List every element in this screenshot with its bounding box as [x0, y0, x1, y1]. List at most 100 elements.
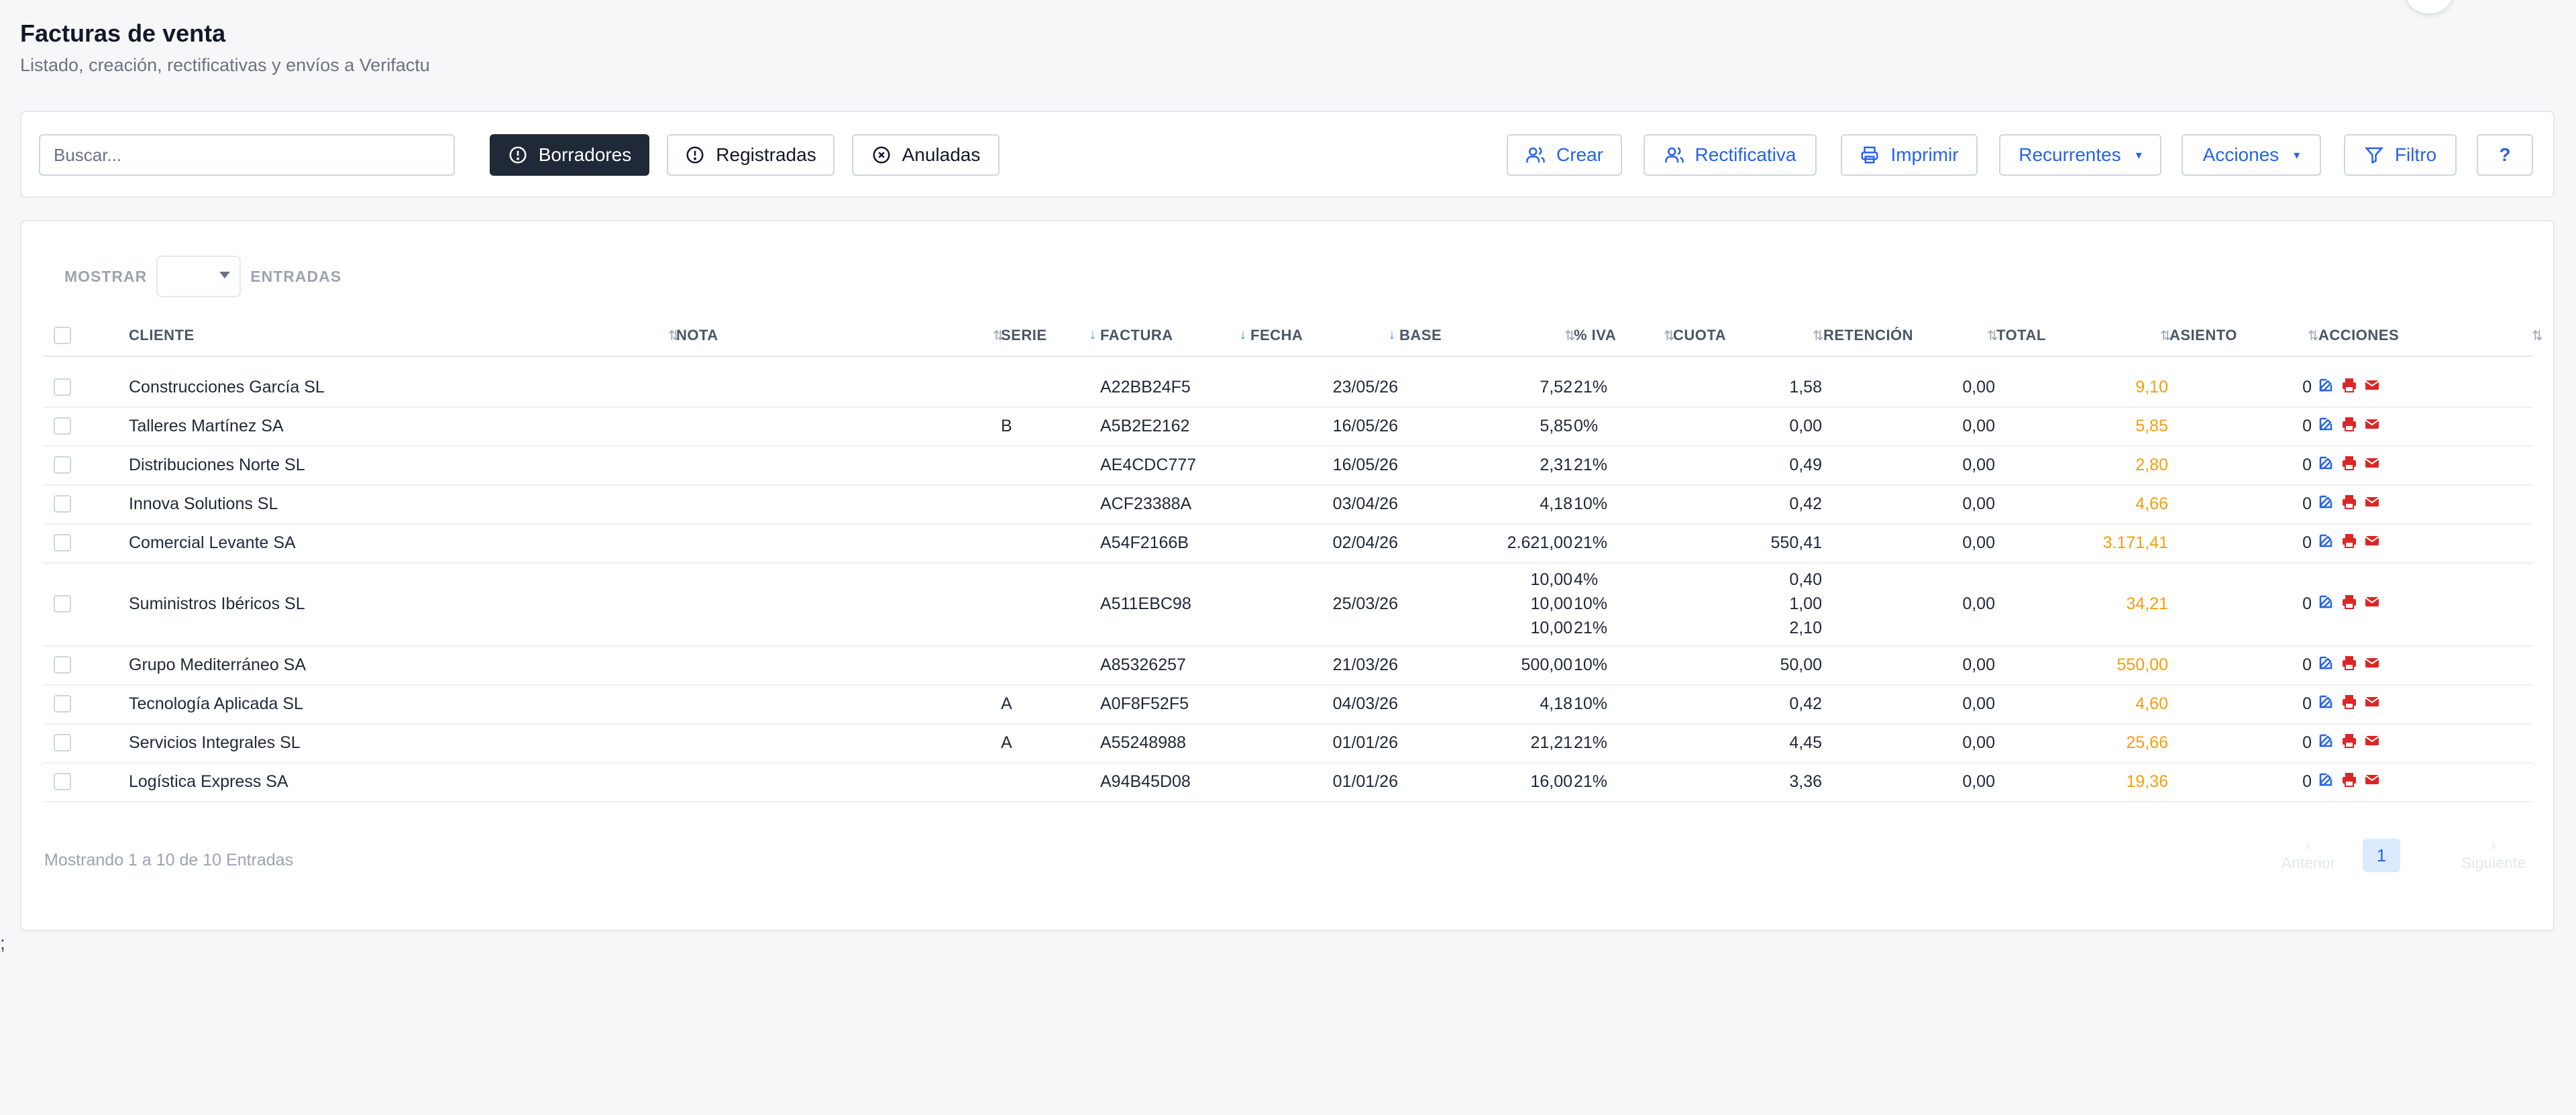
sort-icon[interactable]: ⇅: [2308, 327, 2319, 344]
print-icon[interactable]: [2341, 533, 2357, 553]
filter-anuladas-button[interactable]: Anuladas: [852, 134, 1000, 176]
rectificativa-button[interactable]: Rectificativa: [1644, 134, 1817, 176]
prev-page-button[interactable]: ‹ Anterior: [2258, 831, 2359, 878]
cell-base-value: 10,00: [1530, 594, 1572, 613]
acciones-dropdown[interactable]: Acciones ▾: [2182, 134, 2321, 176]
sort-desc-icon[interactable]: ↓: [1240, 327, 1246, 343]
table-row[interactable]: Innova Solutions SL ACF23388A 03/04/26 4,18…: [43, 484, 2533, 525]
row-checkbox[interactable]: [54, 684, 71, 723]
col-iva[interactable]: % IVA: [1574, 315, 1616, 356]
mail-icon[interactable]: [2364, 772, 2380, 792]
col-cuota[interactable]: CUOTA: [1673, 315, 1726, 356]
row-checkbox[interactable]: [54, 407, 71, 445]
edit-icon[interactable]: [2318, 377, 2334, 398]
print-icon[interactable]: [2341, 772, 2357, 792]
col-serie[interactable]: SERIE: [1001, 315, 1047, 356]
edit-icon[interactable]: [2318, 733, 2334, 753]
sort-desc-icon[interactable]: ↓: [1089, 327, 1096, 343]
table-row[interactable]: Distribuciones Norte SL AE4CDC777 16/05/26…: [43, 445, 2533, 486]
print-icon[interactable]: [2341, 694, 2357, 714]
mail-icon[interactable]: [2364, 416, 2380, 437]
table-row[interactable]: Talleres Martínez SA B A5B2E2162 16/05/26 5,…: [43, 407, 2533, 447]
col-fecha[interactable]: FECHA: [1250, 315, 1303, 356]
filter-registradas-button[interactable]: Registradas: [667, 134, 835, 176]
page-number-1[interactable]: 1: [2363, 839, 2400, 872]
corner-bubble[interactable]: [2406, 0, 2453, 13]
imprimir-button[interactable]: Imprimir: [1841, 134, 1978, 176]
mail-icon[interactable]: [2364, 594, 2380, 615]
table-row[interactable]: Servicios Integrales SL A A55248988 01/01/2…: [43, 723, 2533, 763]
col-base[interactable]: BASE: [1399, 315, 1442, 356]
cell-cuota: 0,42: [1674, 684, 1822, 723]
table-row[interactable]: Comercial Levante SA A54F2166B 02/04/26 2.6…: [43, 523, 2533, 564]
row-checkbox[interactable]: [54, 645, 71, 684]
edit-icon[interactable]: [2318, 416, 2334, 437]
mail-icon[interactable]: [2364, 733, 2380, 753]
cell-cuota-value: 0,00: [1789, 417, 1822, 435]
select-all-checkbox[interactable]: [54, 315, 71, 356]
sort-icon[interactable]: ⇅: [2532, 327, 2543, 344]
filtro-button[interactable]: Filtro: [2344, 134, 2457, 176]
print-icon[interactable]: [2341, 494, 2357, 515]
mail-icon[interactable]: [2364, 377, 2380, 398]
crear-button[interactable]: Crear: [1507, 134, 1622, 176]
help-button[interactable]: ?: [2477, 134, 2533, 176]
recurrentes-dropdown[interactable]: Recurrentes ▾: [1999, 134, 2161, 176]
print-icon[interactable]: [2341, 416, 2357, 437]
edit-icon[interactable]: [2318, 694, 2334, 714]
edit-icon[interactable]: [2318, 594, 2334, 615]
cell-base-value: 21,21: [1530, 733, 1572, 752]
table-row[interactable]: Suministros Ibéricos SL A511EBC98 25/03/26…: [43, 562, 2533, 647]
cell-base: 500,00: [1411, 645, 1572, 684]
col-total[interactable]: TOTAL: [1996, 315, 2046, 356]
table-row[interactable]: Grupo Mediterráneo SA A85326257 21/03/26 50…: [43, 645, 2533, 686]
cell-asiento: 0: [2302, 772, 2312, 791]
edit-icon[interactable]: [2318, 533, 2334, 553]
row-checkbox[interactable]: [54, 523, 71, 562]
search-input[interactable]: [39, 134, 455, 176]
next-page-label: Siguiente: [2461, 854, 2526, 871]
col-factura[interactable]: FACTURA: [1100, 315, 1173, 356]
cell-nota: [676, 368, 985, 407]
sort-desc-icon[interactable]: ↓: [1389, 327, 1395, 343]
row-checkbox[interactable]: [54, 368, 71, 407]
table-row[interactable]: Tecnología Aplicada SL A A0F8F52F5 04/03/26…: [43, 684, 2533, 725]
col-nota[interactable]: NOTA: [676, 315, 718, 356]
mail-icon[interactable]: [2364, 694, 2380, 714]
cell-cliente: Tecnología Aplicada SL: [129, 694, 303, 713]
print-icon[interactable]: [2341, 655, 2357, 676]
col-retencion[interactable]: RETENCIÓN: [1823, 315, 1913, 356]
mail-icon[interactable]: [2364, 455, 2380, 476]
row-checkbox[interactable]: [54, 484, 71, 523]
col-cliente[interactable]: CLIENTE: [129, 315, 195, 356]
col-asiento[interactable]: ASIENTO: [2169, 315, 2237, 356]
print-icon[interactable]: [2341, 594, 2357, 615]
mail-icon[interactable]: [2364, 494, 2380, 515]
row-checkbox[interactable]: [54, 762, 71, 801]
cell-base-value: 2,31: [1540, 456, 1572, 474]
mail-icon[interactable]: [2364, 655, 2380, 676]
cell-nota: [676, 445, 985, 484]
next-page-button[interactable]: › Siguiente: [2443, 831, 2544, 878]
print-icon[interactable]: [2341, 455, 2357, 476]
edit-icon[interactable]: [2318, 655, 2334, 676]
table-row[interactable]: Logística Express SA A94B45D08 01/01/26 16,…: [43, 762, 2533, 802]
cell-base-value: 2.621,00: [1507, 533, 1572, 552]
cell-base: 4,18: [1411, 684, 1572, 723]
cell-cuota: 1,58: [1674, 368, 1822, 407]
sort-icon[interactable]: ⇅: [1813, 327, 1824, 344]
cell-asiento: 0: [2302, 416, 2312, 435]
caret-down-icon: ▾: [2294, 148, 2300, 162]
row-checkbox[interactable]: [54, 723, 71, 762]
edit-icon[interactable]: [2318, 494, 2334, 515]
edit-icon[interactable]: [2318, 772, 2334, 792]
page-size-select[interactable]: [156, 256, 241, 297]
mail-icon[interactable]: [2364, 533, 2380, 553]
row-checkbox[interactable]: [54, 562, 71, 645]
table-row[interactable]: Construcciones García SL A22BB24F5 23/05/2…: [43, 368, 2533, 408]
edit-icon[interactable]: [2318, 455, 2334, 476]
print-icon[interactable]: [2341, 733, 2357, 753]
filter-borradores-button[interactable]: Borradores: [490, 134, 649, 176]
row-checkbox[interactable]: [54, 445, 71, 484]
print-icon[interactable]: [2341, 377, 2357, 398]
